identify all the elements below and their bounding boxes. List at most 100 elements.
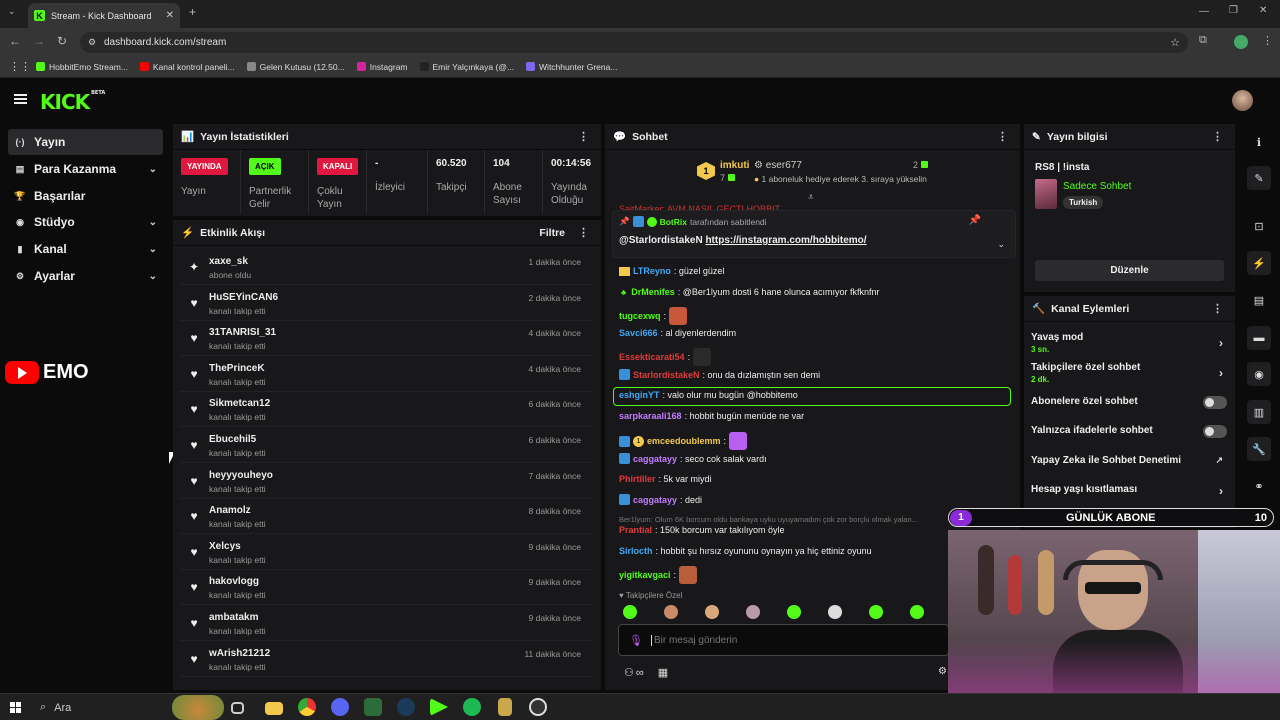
chat-message-input[interactable] <box>650 634 931 646</box>
channel-actions-menu-icon[interactable]: ⋮ <box>1212 302 1223 315</box>
activity-row[interactable]: ♥ HuSEYinCAN6 kanalı takip etti 2 dakika ön… <box>179 286 593 321</box>
top-gifter-name[interactable]: imkuti <box>720 160 749 171</box>
obs-icon[interactable] <box>529 698 547 716</box>
bookmark-item[interactable]: Gelen Kutusu (12.50... <box>246 62 345 72</box>
stats-menu-icon[interactable]: ⋮ <box>578 130 589 143</box>
chat-username[interactable]: Phirtiller <box>619 474 656 484</box>
lightning-icon[interactable]: ⚡ <box>1247 251 1271 275</box>
activity-row[interactable]: ♥ 31TANRISI_31 kanalı takip etti 4 dakika ö… <box>179 321 593 357</box>
edit-icon[interactable]: ✎ <box>1247 166 1271 190</box>
xbox-icon[interactable] <box>364 698 382 716</box>
unpin-icon[interactable]: 📌 <box>969 215 981 226</box>
minimize-icon[interactable]: — <box>1199 6 1209 17</box>
expand-pinned-icon[interactable]: ⌄ <box>997 239 1005 250</box>
channel-action-item[interactable]: Abonelere özel sohbet <box>1031 396 1227 418</box>
activity-menu-icon[interactable]: ⋮ <box>578 226 589 239</box>
emote-quick-icon[interactable] <box>746 605 760 619</box>
kick-logo[interactable]: KICK BETA <box>40 90 105 114</box>
spotify-icon[interactable] <box>463 698 481 716</box>
chat-username[interactable]: emceedoublemm <box>647 436 721 446</box>
emote-quick-icon[interactable] <box>664 605 678 619</box>
activity-row[interactable]: ♥ ambatakm kanalı takip etti 9 dakika önce <box>179 606 593 641</box>
sidebar-item-studyo[interactable]: ◉ Stüdyo ⌄ <box>8 209 163 235</box>
collapse-leaderboard-icon[interactable]: ⩡ <box>808 192 814 203</box>
activity-row[interactable]: ♥ Sikmetcan12 kanalı takip etti 6 dakika ön… <box>179 392 593 428</box>
toggle-switch[interactable] <box>1203 396 1227 409</box>
discord-icon[interactable] <box>331 698 349 716</box>
sidebar-item-para-kazanma[interactable]: ▤ Para Kazanma ⌄ <box>8 156 163 182</box>
microphone-icon[interactable]: 🎙 <box>629 634 643 647</box>
storage-icon[interactable]: ▥ <box>1247 400 1271 424</box>
activity-row[interactable]: ♥ heyyyouheyo kanalı takip etti 7 dakika ön… <box>179 464 593 499</box>
document-icon[interactable]: ▤ <box>1247 288 1271 312</box>
bookmark-star-icon[interactable]: ☆ <box>1170 36 1180 49</box>
second-user[interactable]: ⚙ eser677 <box>754 160 802 171</box>
channel-action-item[interactable]: Hesap yaşı kısıtlaması › <box>1031 484 1227 506</box>
chat-username[interactable]: Sirlocth <box>619 546 653 556</box>
channel-action-item[interactable]: Yavaş mod 3 sn. › <box>1031 332 1227 354</box>
steam-icon[interactable] <box>397 698 415 716</box>
activity-row[interactable]: ♥ Xelcys kanalı takip etti 9 dakika önce <box>179 535 593 570</box>
share-icon[interactable]: ⚭ <box>1247 474 1271 498</box>
kick-app-icon[interactable] <box>430 698 448 716</box>
activity-row[interactable]: ♥ Anamolz kanalı takip etti 8 dakika önce <box>179 499 593 535</box>
people-icon[interactable]: ⚇ ∞ <box>624 666 644 679</box>
bookmark-item[interactable]: Instagram <box>356 62 408 72</box>
chat-username[interactable]: tugcexwq <box>619 311 661 321</box>
windows-start-icon[interactable] <box>10 702 21 713</box>
user-avatar[interactable] <box>1232 90 1253 111</box>
league-icon[interactable] <box>498 698 512 716</box>
chat-username[interactable]: LTReyno <box>633 266 671 276</box>
new-tab-icon[interactable]: + <box>189 5 196 19</box>
emote-quick-icon[interactable] <box>828 605 842 619</box>
broadcast-icon[interactable]: ◉ <box>1247 362 1271 386</box>
back-icon[interactable]: ← <box>9 34 21 48</box>
chat-username[interactable]: Savci666 <box>619 328 658 338</box>
sidebar-item-basarilar[interactable]: 🏆 Başarılar <box>8 183 163 209</box>
filter-button[interactable]: Filtre <box>539 227 565 239</box>
edit-stream-button[interactable]: Düzenle <box>1035 260 1224 281</box>
restore-icon[interactable]: ❐ <box>1229 5 1238 16</box>
url-field[interactable]: ⚙ dashboard.kick.com/stream ☆ <box>80 32 1188 53</box>
emote-quick-icon[interactable] <box>623 605 637 619</box>
emote-quick-icon[interactable] <box>705 605 719 619</box>
task-view-icon[interactable] <box>231 702 244 714</box>
forward-icon[interactable]: → <box>33 34 45 48</box>
bookmark-item[interactable]: Emir Yalçınkaya (@... <box>419 62 514 72</box>
activity-row[interactable]: ♥ ThePrinceK kanalı takip etti 4 dakika önc… <box>179 357 593 392</box>
chat-username[interactable]: caggatayy <box>633 495 677 505</box>
tab-close-icon[interactable]: ✕ <box>166 10 174 21</box>
toggle-switch[interactable] <box>1203 425 1227 438</box>
pinned-link[interactable]: https://instagram.com/hobbitemo/ <box>705 235 866 246</box>
chat-username[interactable]: Prantial <box>619 525 652 535</box>
wrench-icon[interactable]: 🔧 <box>1247 437 1271 461</box>
sidebar-item-yayin[interactable]: (·) Yayın <box>8 129 163 155</box>
hamburger-menu-icon[interactable] <box>14 94 27 104</box>
chat-input[interactable]: 🎙 <box>618 624 949 656</box>
category-name[interactable]: Sadece Sohbet <box>1063 181 1131 192</box>
tab-search-icon[interactable]: ⌄ <box>8 6 16 17</box>
file-explorer-icon[interactable] <box>265 702 283 715</box>
chrome-icon[interactable] <box>298 698 316 716</box>
chat-icon[interactable]: ▬ <box>1247 326 1271 350</box>
chat-menu-icon[interactable]: ⋮ <box>997 130 1008 143</box>
reload-icon[interactable]: ↻ <box>57 34 67 48</box>
chat-username[interactable]: StarlordistakeN <box>633 370 700 380</box>
browser-menu-icon[interactable]: ⋮ <box>1262 34 1273 47</box>
extensions-icon[interactable]: ⧉ <box>1199 34 1207 47</box>
profile-icon[interactable] <box>1234 35 1248 49</box>
chat-username[interactable]: sarpkaraali168 <box>619 411 682 421</box>
chat-username[interactable]: Essekticarati54 <box>619 352 685 362</box>
activity-row[interactable]: ♥ hakovlogg kanalı takip etti 9 dakika önce <box>179 570 593 606</box>
emote-quick-icon[interactable] <box>910 605 924 619</box>
chat-username[interactable]: yigitkavgaci <box>619 570 671 580</box>
site-info-icon[interactable]: ⚙ <box>88 37 96 48</box>
bookmark-item[interactable]: Kanal kontrol paneli... <box>139 62 235 72</box>
chat-username[interactable]: caggatayy <box>633 454 677 464</box>
apps-grid-icon[interactable]: ⋮⋮ <box>9 60 31 73</box>
sidebar-item-kanal[interactable]: ▮ Kanal ⌄ <box>8 236 163 262</box>
bookmark-item[interactable]: Witchhunter Grena... <box>526 62 617 72</box>
gift-icon[interactable]: ▦ <box>658 666 668 679</box>
sidebar-item-ayarlar[interactable]: ⚙ Ayarlar ⌄ <box>8 263 163 289</box>
stream-info-menu-icon[interactable]: ⋮ <box>1212 130 1223 143</box>
